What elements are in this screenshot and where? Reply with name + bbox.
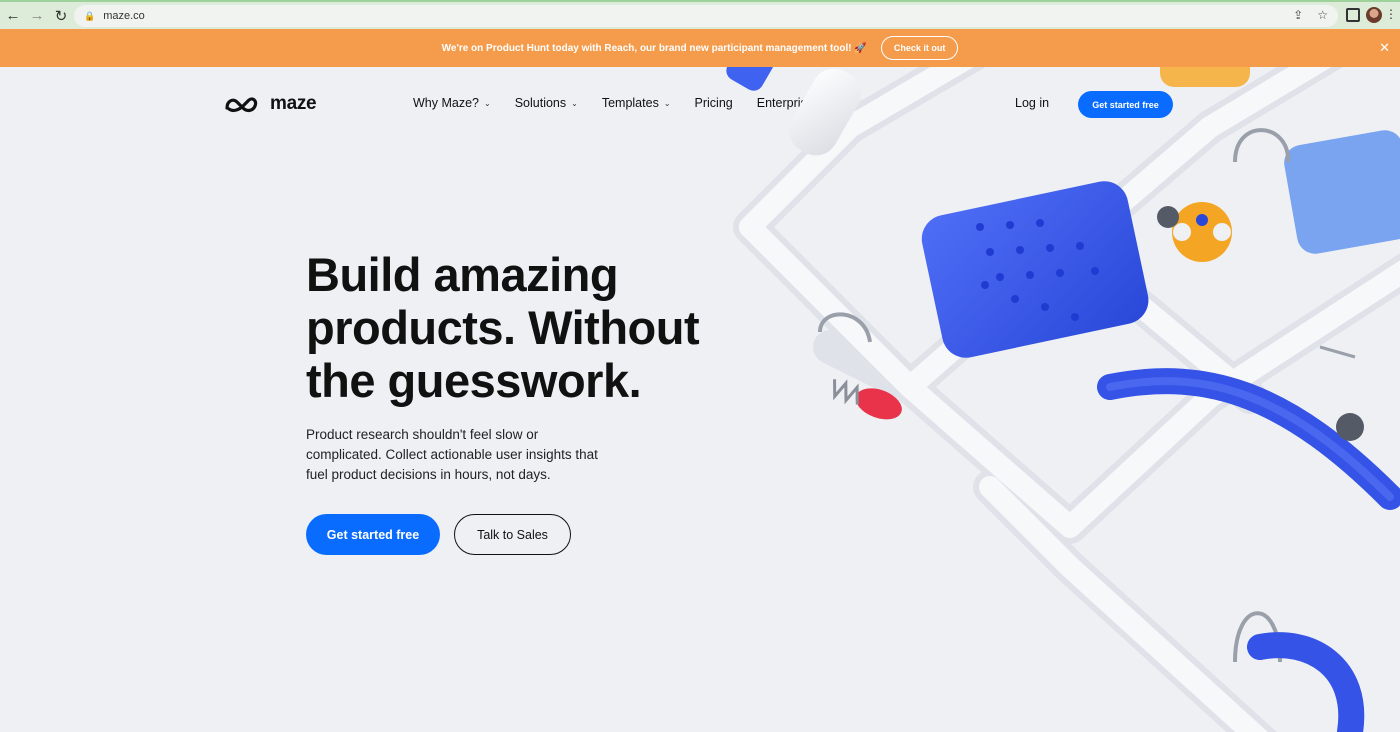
browser-toolbar: ← → ↻ 🔒 maze.co ⇪ ☆ ⋮: [0, 0, 1400, 29]
chevron-down-icon: ⌄: [484, 98, 491, 108]
nav-item-label: Templates: [601, 96, 659, 110]
nav-item-solutions[interactable]: Solutions ⌄: [515, 96, 578, 110]
forward-arrow-icon[interactable]: →: [26, 5, 48, 27]
browser-menu-icon[interactable]: ⋮: [1385, 7, 1397, 21]
address-bar[interactable]: 🔒 maze.co ⇪ ☆: [74, 5, 1338, 27]
back-arrow-icon[interactable]: ←: [2, 5, 24, 27]
maze-illustration: [726, 67, 1400, 732]
nav-item-why-maze[interactable]: Why Maze? ⌄: [413, 96, 491, 110]
maze-logo-icon: [225, 97, 258, 113]
nav-item-templates[interactable]: Templates ⌄: [602, 96, 671, 110]
side-panel-icon[interactable]: [1346, 8, 1360, 22]
bookmark-star-icon[interactable]: ☆: [1317, 8, 1328, 22]
close-icon[interactable]: ✕: [1379, 40, 1390, 56]
chevron-down-icon: ⌄: [663, 98, 671, 108]
hero-subtitle: Product research shouldn't feel slow or …: [306, 427, 598, 482]
profile-avatar[interactable]: [1366, 7, 1382, 23]
logo-text: maze: [270, 93, 317, 114]
banner-message: We're on Product Hunt today with Reach, …: [441, 42, 867, 54]
get-started-button[interactable]: Get started free: [306, 514, 440, 555]
nav-item-label: Solutions: [514, 96, 567, 110]
url-text: maze.co: [103, 10, 145, 22]
chevron-down-icon: ⌄: [571, 98, 578, 108]
check-it-out-button[interactable]: Check it out: [880, 36, 959, 60]
hero-title: Build amazing products. Without the gues…: [306, 248, 700, 407]
share-icon[interactable]: ⇪: [1293, 8, 1303, 22]
nav-item-label: Why Maze?: [413, 96, 479, 110]
maze-logo[interactable]: maze: [224, 93, 317, 115]
lock-icon: 🔒: [84, 10, 96, 21]
talk-to-sales-button[interactable]: Talk to Sales: [454, 514, 571, 555]
announcement-banner: We're on Product Hunt today with Reach, …: [0, 29, 1400, 67]
reload-icon[interactable]: ↻: [50, 5, 72, 27]
